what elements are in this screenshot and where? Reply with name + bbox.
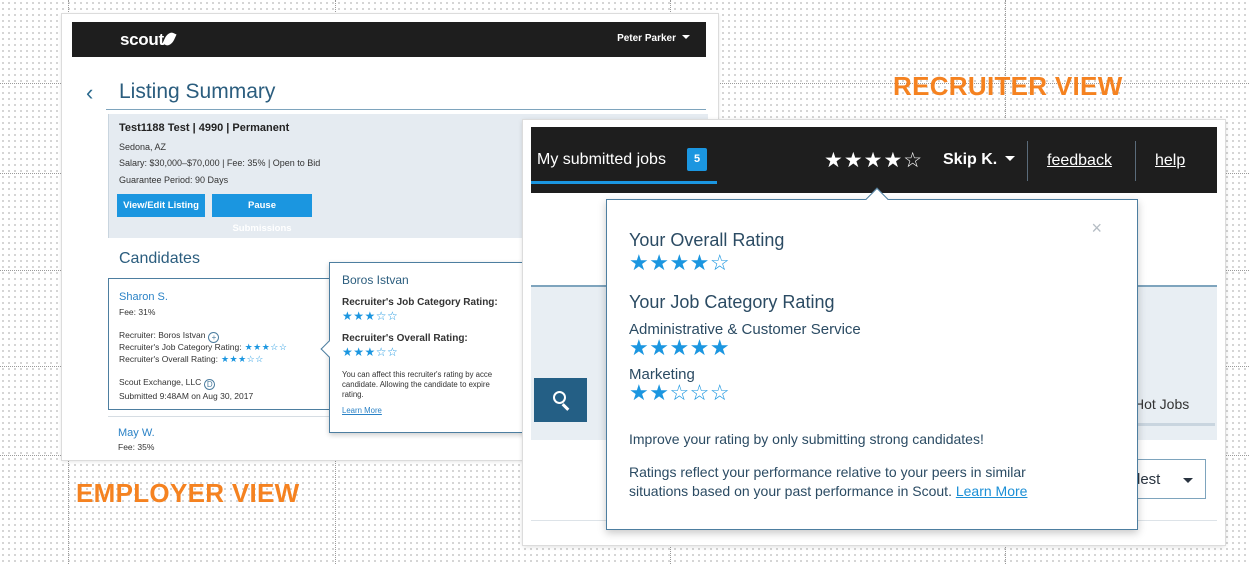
divider	[106, 109, 706, 110]
view-edit-listing-button[interactable]: View/Edit Listing	[117, 194, 205, 217]
tab-hot-jobs[interactable]: Hot Jobs	[1134, 396, 1189, 412]
rating-popover: × Your Overall Rating ★★★★☆ Your Job Cat…	[606, 187, 1138, 530]
candidate-fee: Fee: 31%	[119, 307, 156, 317]
caret-down-icon	[1005, 156, 1016, 161]
employer-nav-bar: scout Peter Parker	[72, 22, 706, 57]
pause-submissions-button[interactable]: Pause Submissions	[212, 194, 312, 234]
back-arrow-icon[interactable]: ‹	[86, 80, 93, 106]
recruiter-nav-bar: My submitted jobs 5 ★★★★☆ Skip K. feedba…	[531, 127, 1217, 193]
help-link[interactable]: help	[1155, 152, 1185, 170]
star-rating: ★★★★☆	[629, 250, 731, 275]
tab-underline	[1133, 423, 1215, 426]
star-rating: ★★★☆☆	[244, 342, 288, 352]
candidate-agency: Scout Exchange, LLC D	[119, 377, 216, 390]
overall-rating-row[interactable]: Recruiter's Overall Rating: ★★★☆☆	[119, 354, 264, 365]
candidate-fee: Fee: 35%	[118, 442, 155, 452]
job-guarantee: Guarantee Period: 90 Days	[119, 175, 229, 185]
rating-note: You can affect this recruiter's rating b…	[342, 370, 493, 399]
scout-logo[interactable]: scout	[120, 30, 177, 50]
caret-down-icon	[1183, 478, 1193, 483]
divider	[1135, 141, 1136, 181]
candidates-heading: Candidates	[119, 250, 200, 267]
recruiter-name: Boros Istvan	[342, 273, 409, 287]
job-salary: Salary: $30,000–$70,000 | Fee: 35% | Ope…	[119, 158, 321, 168]
search-icon	[553, 391, 566, 404]
recruiter-view-label: RECRUITER VIEW	[893, 71, 1123, 101]
candidate-name[interactable]: May W.	[118, 427, 155, 439]
overall-rating-heading: Your Overall Rating	[629, 230, 785, 250]
user-menu[interactable]: Skip K.	[943, 151, 1016, 169]
star-rating: ★★★★★	[629, 335, 731, 360]
job-title: Test1188 Test | 4990 | Permanent	[119, 122, 290, 134]
active-tab-indicator	[531, 181, 717, 184]
job-category-rating-heading: Your Job Category Rating	[629, 292, 835, 312]
rating-stars[interactable]: ★★★★☆	[824, 148, 923, 173]
page-title: Listing Summary	[119, 80, 276, 103]
star-rating: ★★☆☆☆	[629, 380, 731, 405]
job-category-rating-row[interactable]: Recruiter's Job Category Rating: ★★★☆☆	[119, 342, 287, 353]
candidate-name[interactable]: Sharon S.	[119, 291, 168, 303]
star-rating: ★★★☆☆	[342, 309, 399, 323]
star-rating: ★★★☆☆	[342, 345, 399, 359]
rating-tip: Improve your rating by only submitting s…	[629, 431, 984, 447]
close-icon[interactable]: ×	[1091, 218, 1102, 239]
divider	[1027, 141, 1028, 181]
candidate-submitted: Submitted 9:48AM on Aug 30, 2017	[119, 391, 254, 401]
d-badge-icon: D	[204, 379, 216, 390]
recruiter-rating-popover: Boros Istvan Recruiter's Job Category Ra…	[320, 262, 529, 433]
job-category-rating-label: Recruiter's Job Category Rating:	[342, 297, 498, 308]
star-rating: ★★★☆☆	[220, 354, 264, 364]
user-menu[interactable]: Peter Parker	[617, 33, 690, 44]
rating-explanation: Ratings reflect your performance relativ…	[629, 464, 1026, 480]
count-badge: 5	[687, 148, 707, 171]
tab-my-submitted-jobs[interactable]: My submitted jobs	[537, 151, 666, 169]
search-button[interactable]	[534, 378, 587, 422]
employer-view-label: EMPLOYER VIEW	[76, 478, 300, 508]
flame-icon	[162, 30, 177, 48]
rating-explanation: situations based on your past performanc…	[629, 483, 1028, 499]
job-location: Sedona, AZ	[119, 142, 167, 152]
overall-rating-label: Recruiter's Overall Rating:	[342, 333, 468, 344]
caret-down-icon	[682, 35, 690, 39]
learn-more-link[interactable]: Learn More	[956, 483, 1028, 499]
learn-more-link[interactable]: Learn More	[342, 406, 382, 415]
feedback-link[interactable]: feedback	[1047, 152, 1112, 170]
